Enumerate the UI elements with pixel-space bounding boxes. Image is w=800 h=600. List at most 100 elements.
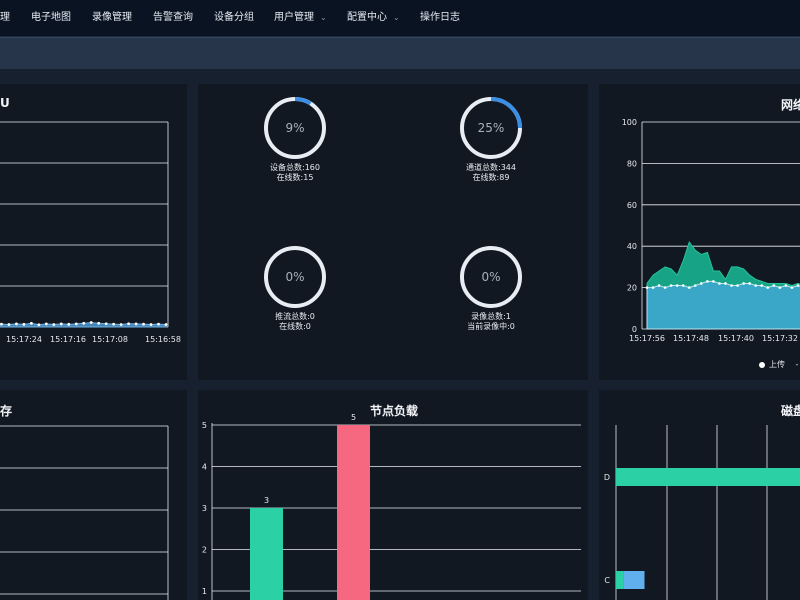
- cpu-point: [59, 322, 63, 326]
- upload-point: [754, 284, 757, 287]
- bar-value-label: 3: [264, 496, 269, 505]
- cpu-point: [0, 322, 3, 326]
- cpu-point: [127, 322, 131, 326]
- upload-point: [700, 282, 703, 285]
- upload-point: [718, 282, 721, 285]
- upload-point: [706, 280, 709, 283]
- nav-item-operation-log[interactable]: 操作日志: [420, 0, 460, 36]
- upload-point: [645, 286, 649, 289]
- cpu-point: [67, 322, 71, 326]
- disk-bar: [616, 571, 624, 589]
- device-total-text: 设备总数:160 在线数:15: [270, 163, 320, 182]
- node-bar: [250, 508, 283, 600]
- stream-online-percent: 0%: [285, 270, 305, 284]
- disk-chart: DC: [604, 425, 800, 600]
- node-bar: [337, 425, 370, 600]
- recording-percent: 0%: [481, 270, 501, 284]
- cpu-point: [15, 322, 18, 326]
- upload-point: [760, 284, 764, 287]
- gauge-fill: [294, 97, 312, 106]
- nav-item-user-management[interactable]: 用户管理 ⌄: [274, 0, 327, 36]
- cpu-point: [29, 321, 33, 325]
- cpu-point: [112, 322, 116, 326]
- upload-point: [694, 284, 697, 287]
- upload-point: [681, 284, 685, 287]
- y-tick-label: 80: [627, 159, 637, 168]
- upload-point: [712, 280, 715, 283]
- x-tick-label: 15:17:40: [718, 334, 754, 343]
- stream-total-text: 推流总数:0 在线数:0: [275, 312, 315, 331]
- channel-total-text: 通道总数:344 在线数:89: [466, 163, 516, 182]
- network-chart: 0 20 40 60 80 100 15:17:56 15:17:48 15:17:40 15:1…: [622, 118, 800, 343]
- y-tick-label: 5: [202, 421, 207, 430]
- network-legend[interactable]: 上传 -: [759, 359, 798, 370]
- cpu-point: [134, 322, 138, 326]
- x-tick-label: 15:17:16: [50, 335, 86, 344]
- cpu-point: [82, 321, 86, 325]
- cpu-point: [44, 322, 48, 326]
- cpu-point: [164, 323, 168, 326]
- upload-point: [736, 284, 739, 287]
- upload-point: [651, 286, 655, 289]
- device-online-percent: 9%: [285, 121, 305, 135]
- x-tick-label: 15:17:48: [673, 334, 709, 343]
- nav-item-alarm-query[interactable]: 告警查询: [153, 0, 193, 36]
- cpu-point: [104, 322, 108, 326]
- cpu-point: [74, 322, 78, 326]
- disk-bar: [623, 571, 645, 589]
- upload-point: [687, 286, 691, 289]
- upload-point: [675, 284, 679, 287]
- upload-point: [772, 284, 776, 287]
- upload-point: [663, 286, 667, 289]
- upload-point: [778, 286, 782, 289]
- nav-item-management[interactable]: 理: [0, 0, 10, 36]
- cpu-point: [97, 321, 101, 325]
- upload-point: [669, 284, 673, 287]
- upload-point: [730, 284, 733, 287]
- nav-item-config-center[interactable]: 配置中心 ⌄: [347, 0, 400, 36]
- memory-panel: 存: [0, 390, 187, 600]
- cpu-point: [22, 322, 26, 326]
- upload-point: [657, 284, 661, 287]
- memory-chart: [0, 425, 169, 600]
- upload-area: [646, 280, 800, 330]
- cpu-point: [119, 323, 123, 326]
- x-tick-label: 15:17:08: [92, 335, 128, 344]
- node-load-panel: 节点负载 1234535: [198, 390, 588, 600]
- top-nav: 理 电子地图 录像管理 告警查询 设备分组 用户管理 ⌄ 配置中心 ⌄ 操作日志: [0, 0, 800, 37]
- y-tick-label: 3: [202, 504, 207, 513]
- upload-point: [742, 282, 745, 285]
- x-tick-label: 15:17:56: [629, 334, 665, 343]
- cpu-point: [142, 322, 145, 326]
- y-tick-label: 0: [632, 325, 637, 334]
- cpu-point: [157, 322, 160, 326]
- upload-point: [748, 282, 751, 285]
- y-tick-label: 2: [202, 546, 207, 555]
- upload-point: [796, 284, 800, 287]
- chevron-down-icon: ⌄: [320, 13, 327, 22]
- cpu-point: [7, 323, 11, 326]
- sub-toolbar: [0, 37, 800, 69]
- cpu-chart: 15:17:24 15:17:16 15:17:08 15:16:58: [0, 121, 181, 344]
- x-tick-label: 15:17:32: [762, 334, 798, 343]
- disk-bar: [616, 468, 800, 486]
- node-load-chart: 1 2 3 4 5 3 5: [202, 413, 581, 600]
- upload-point: [784, 284, 788, 287]
- y-tick-label: 20: [627, 284, 637, 293]
- cpu-panel: U 15:17:24 15:17:16 15:17:08 15:16:58: [0, 84, 187, 380]
- x-tick-label: 15:17:24: [6, 335, 42, 344]
- upload-point: [790, 286, 794, 289]
- upload-point: [766, 286, 770, 289]
- nav-item-emap[interactable]: 电子地图: [31, 0, 71, 36]
- recording-total-text: 录像总数:1 当前录像中:0: [467, 312, 515, 331]
- status-panel: 9% 设备总数:160 在线数:15 25% 通道总数:344 在线数:89 0% …: [198, 84, 588, 380]
- gauge-rings: [264, 97, 522, 308]
- y-tick-label: 40: [627, 242, 637, 251]
- nav-item-recording[interactable]: 录像管理: [92, 0, 132, 36]
- nav-item-device-group[interactable]: 设备分组: [214, 0, 254, 36]
- cpu-point: [89, 321, 93, 324]
- network-panel: 网络 0 20 40 60 80 100 15:17:56 15:17:48 15:17:40 1…: [599, 84, 800, 380]
- upload-point: [724, 282, 727, 285]
- disk-panel: 磁盘 DC: [599, 390, 800, 600]
- y-tick-label: C: [604, 576, 610, 585]
